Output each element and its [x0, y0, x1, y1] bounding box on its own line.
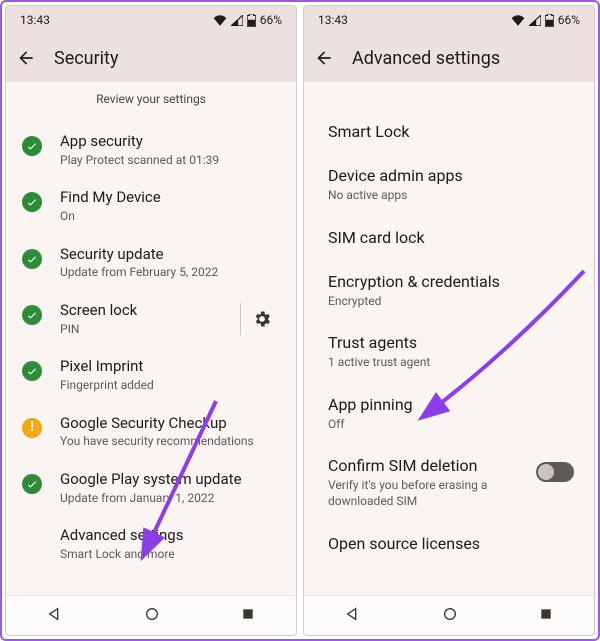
row-sub: Encrypted: [328, 294, 574, 310]
screen-lock-settings-button[interactable]: [240, 303, 282, 335]
status-time: 13:43: [318, 13, 348, 27]
row-title: App security: [60, 132, 282, 151]
toggle-confirm-sim-deletion[interactable]: [536, 462, 574, 482]
row-sub: No active apps: [328, 188, 574, 204]
row-sub: Verify it's you before erasing a downloa…: [328, 478, 526, 509]
row-title: Device admin apps: [328, 166, 574, 186]
row-title: Confirm SIM deletion: [328, 456, 526, 476]
row-smart-lock[interactable]: Smart Lock: [304, 110, 594, 154]
status-right: 66%: [511, 13, 580, 27]
nav-home-button[interactable]: [442, 606, 458, 626]
row-title: Encryption & credentials: [328, 272, 574, 292]
warning-icon: !: [22, 418, 42, 438]
row-sim-card-lock[interactable]: SIM card lock: [304, 216, 594, 260]
nav-recent-button[interactable]: [539, 606, 553, 625]
row-device-admin-apps[interactable]: Device admin apps No active apps: [304, 154, 594, 216]
row-sub: Play Protect scanned at 01:39: [60, 153, 282, 169]
row-find-my-device[interactable]: Find My Device On: [6, 178, 296, 234]
row-screen-lock[interactable]: Screen lock PIN: [6, 291, 296, 347]
row-title: SIM card lock: [328, 228, 574, 248]
back-button[interactable]: [16, 48, 36, 68]
signal-icon: [231, 15, 243, 26]
row-trust-agents[interactable]: Trust agents 1 active trust agent: [304, 321, 594, 383]
row-open-source-licenses[interactable]: Open source licenses: [304, 522, 594, 566]
check-icon: [22, 192, 42, 212]
row-sub: PIN: [60, 322, 224, 338]
row-sub: You have security recommendations: [60, 434, 282, 450]
row-confirm-sim-deletion[interactable]: Confirm SIM deletion Verify it's you bef…: [304, 444, 594, 521]
row-advanced-settings[interactable]: Advanced settings Smart Lock and more: [6, 516, 296, 572]
nav-bar: [6, 595, 296, 635]
check-icon: [22, 136, 42, 156]
status-bar: 13:43 66%: [6, 6, 296, 34]
battery-percent: 66%: [558, 13, 580, 27]
nav-recent-button[interactable]: [241, 606, 255, 625]
nav-bar: [304, 595, 594, 635]
row-sub: 1 active trust agent: [328, 355, 574, 371]
row-encryption-credentials[interactable]: Encryption & credentials Encrypted: [304, 260, 594, 322]
row-security-update[interactable]: Security update Update from February 5, …: [6, 235, 296, 291]
row-title: Smart Lock: [328, 122, 574, 142]
battery-percent: 66%: [260, 13, 282, 27]
battery-icon: [545, 14, 554, 27]
row-title: Google Play system update: [60, 470, 282, 489]
row-title: Google Security Checkup: [60, 414, 282, 433]
settings-list: Smart Lock Device admin apps No active a…: [304, 82, 594, 595]
phone-left: 13:43 66% Security Review your settings …: [5, 5, 297, 636]
app-bar: Advanced settings: [304, 34, 594, 82]
nav-back-button[interactable]: [345, 606, 361, 626]
back-button[interactable]: [314, 48, 334, 68]
check-icon: [22, 305, 42, 325]
status-bar: 13:43 66%: [304, 6, 594, 34]
signal-icon: [529, 15, 541, 26]
row-title: Open source licenses: [328, 534, 574, 554]
row-title: Screen lock: [60, 301, 224, 320]
wifi-icon: [511, 15, 525, 26]
gear-icon: [252, 309, 272, 329]
row-title: Security update: [60, 245, 282, 264]
row-google-play-system-update[interactable]: Google Play system update Update from Ja…: [6, 460, 296, 516]
check-icon: [22, 249, 42, 269]
battery-icon: [247, 14, 256, 27]
phone-right: 13:43 66% Advanced settings Smart Lock D…: [303, 5, 595, 636]
arrow-back-icon: [314, 48, 334, 68]
row-title: App pinning: [328, 395, 574, 415]
wifi-icon: [213, 15, 227, 26]
nav-back-button[interactable]: [47, 606, 63, 626]
row-title: Advanced settings: [60, 526, 282, 545]
row-app-pinning[interactable]: App pinning Off: [304, 383, 594, 445]
status-time: 13:43: [20, 13, 50, 27]
row-sub: On: [60, 209, 282, 225]
app-bar: Security: [6, 34, 296, 82]
row-title: Trust agents: [328, 333, 574, 353]
page-subhead: Review your settings: [6, 82, 296, 122]
row-sub: Smart Lock and more: [60, 547, 282, 563]
page-title: Advanced settings: [352, 48, 500, 69]
arrow-back-icon: [16, 48, 36, 68]
check-icon: [22, 474, 42, 494]
row-sub: Update from January 1, 2022: [60, 491, 282, 507]
nav-home-button[interactable]: [144, 606, 160, 626]
settings-list: App security Play Protect scanned at 01:…: [6, 122, 296, 595]
row-app-security[interactable]: App security Play Protect scanned at 01:…: [6, 122, 296, 178]
row-title: Find My Device: [60, 188, 282, 207]
row-sub: Off: [328, 417, 574, 433]
row-title: Pixel Imprint: [60, 357, 282, 376]
row-sub: Fingerprint added: [60, 378, 282, 394]
row-sub: Update from February 5, 2022: [60, 265, 282, 281]
check-icon: [22, 361, 42, 381]
row-google-security-checkup[interactable]: ! Google Security Checkup You have secur…: [6, 404, 296, 460]
status-right: 66%: [213, 13, 282, 27]
row-pixel-imprint[interactable]: Pixel Imprint Fingerprint added: [6, 347, 296, 403]
page-title: Security: [54, 48, 118, 69]
